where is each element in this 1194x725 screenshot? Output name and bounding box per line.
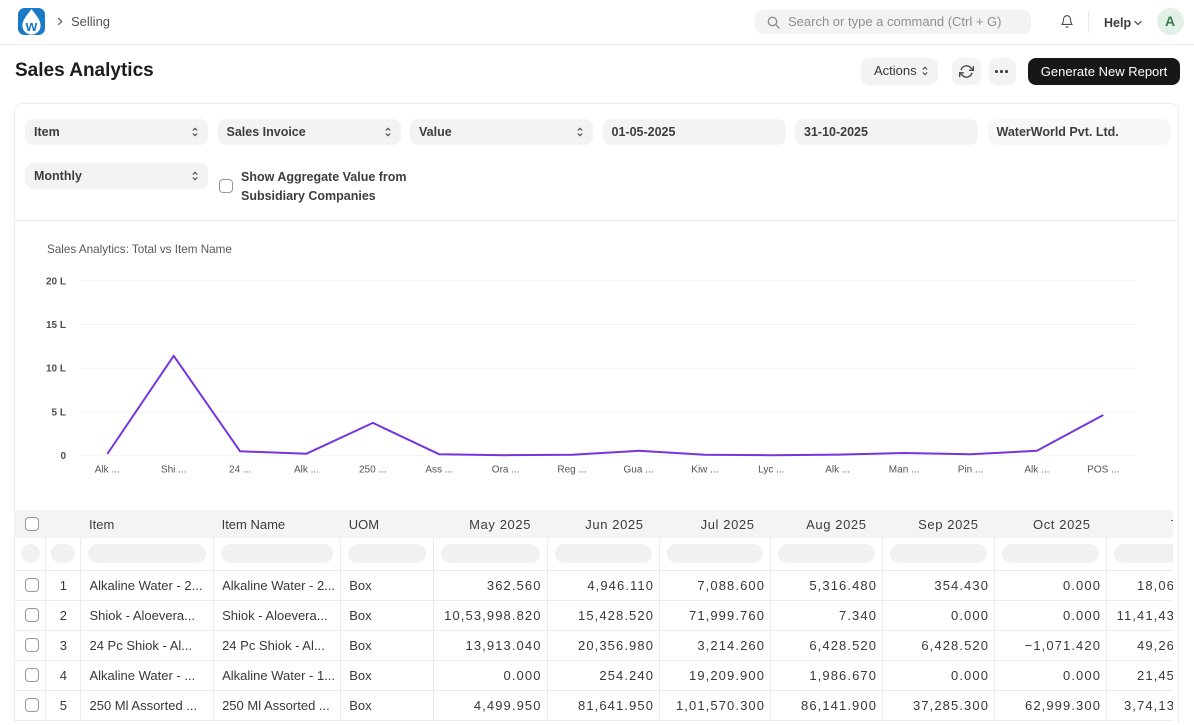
svg-text:250 ...: 250 ... — [359, 465, 387, 476]
svg-text:15 L: 15 L — [46, 320, 66, 331]
svg-text:Ora ...: Ora ... — [492, 465, 520, 476]
svg-text:5 L: 5 L — [52, 407, 66, 418]
svg-text:Alk ...: Alk ... — [294, 465, 319, 476]
svg-text:20 L: 20 L — [46, 276, 66, 287]
svg-text:POS ...: POS ... — [1087, 465, 1119, 476]
svg-text:Kiw ...: Kiw ... — [691, 465, 718, 476]
svg-text:Shi ...: Shi ... — [161, 465, 187, 476]
svg-text:Ass ...: Ass ... — [425, 465, 453, 476]
svg-text:w: w — [25, 18, 38, 35]
svg-text:Alk ...: Alk ... — [825, 465, 850, 476]
svg-text:24 ...: 24 ... — [229, 465, 251, 476]
svg-text:Pin ...: Pin ... — [958, 465, 984, 476]
svg-text:Reg ...: Reg ... — [557, 465, 586, 476]
svg-text:Man ...: Man ... — [889, 465, 920, 476]
svg-text:0: 0 — [60, 451, 66, 462]
svg-text:Gua ...: Gua ... — [623, 465, 653, 476]
svg-text:Alk ...: Alk ... — [1024, 465, 1049, 476]
svg-text:Alk ...: Alk ... — [95, 465, 120, 476]
svg-text:10 L: 10 L — [46, 364, 66, 375]
svg-text:Lyc ...: Lyc ... — [758, 465, 784, 476]
